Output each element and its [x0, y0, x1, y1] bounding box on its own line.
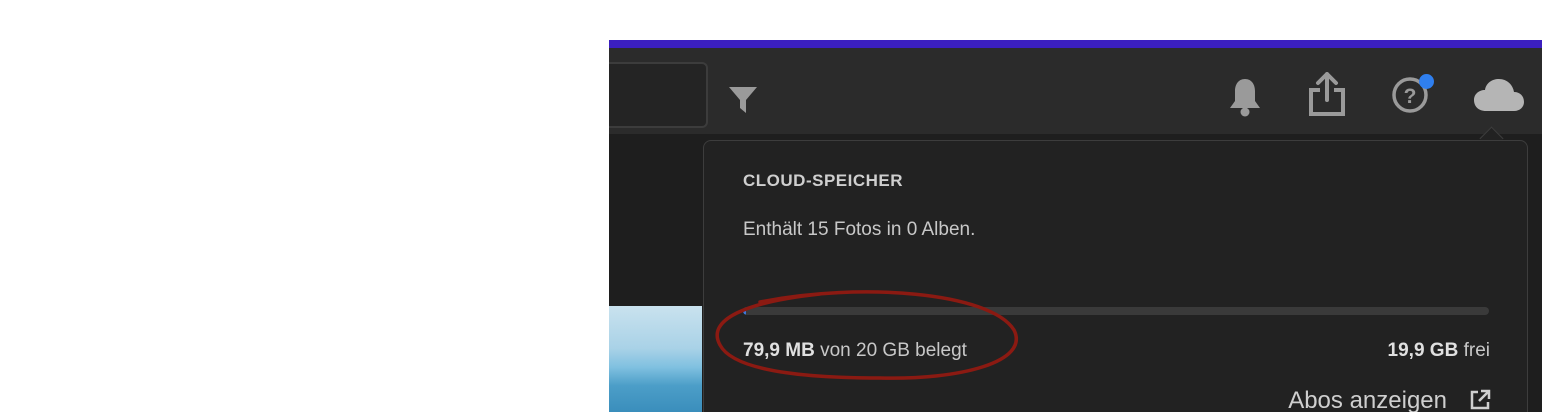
- svg-text:?: ?: [1404, 85, 1417, 108]
- storage-description: Enthält 15 Fotos in 0 Alben.: [743, 219, 976, 240]
- view-subscriptions-link[interactable]: Abos anzeigen: [1288, 387, 1491, 412]
- used-amount: 79,9 MB: [743, 340, 815, 361]
- storage-used: 79,9 MB von 20 GB belegt: [743, 340, 967, 362]
- storage-free: 19,9 GB frei: [1388, 340, 1490, 362]
- app-window: ? CLOUD-SPEICHER Enthält 15 Fotos in 0 A…: [609, 40, 1542, 412]
- popover-title: CLOUD-SPEICHER: [743, 171, 904, 190]
- external-link-icon: [1470, 389, 1491, 410]
- free-amount: 19,9 GB: [1387, 340, 1459, 361]
- bell-icon[interactable]: [1227, 76, 1263, 118]
- photo-thumbnail[interactable]: [609, 306, 702, 412]
- cloud-storage-popover: CLOUD-SPEICHER Enthält 15 Fotos in 0 Alb…: [703, 140, 1528, 412]
- storage-progress-fill: [743, 307, 746, 315]
- toolbar: ?: [609, 48, 1542, 134]
- filter-icon[interactable]: [728, 86, 758, 114]
- cloud-icon[interactable]: [1473, 78, 1525, 112]
- view-subscriptions-label: Abos anzeigen: [1288, 387, 1447, 412]
- share-icon[interactable]: [1307, 72, 1347, 118]
- search-input[interactable]: [609, 62, 708, 128]
- notification-dot: [1419, 74, 1434, 89]
- top-accent-stripe: [609, 40, 1542, 48]
- storage-progress-bar: [743, 307, 1489, 315]
- used-suffix: von 20 GB belegt: [820, 340, 967, 361]
- free-suffix: frei: [1463, 340, 1490, 361]
